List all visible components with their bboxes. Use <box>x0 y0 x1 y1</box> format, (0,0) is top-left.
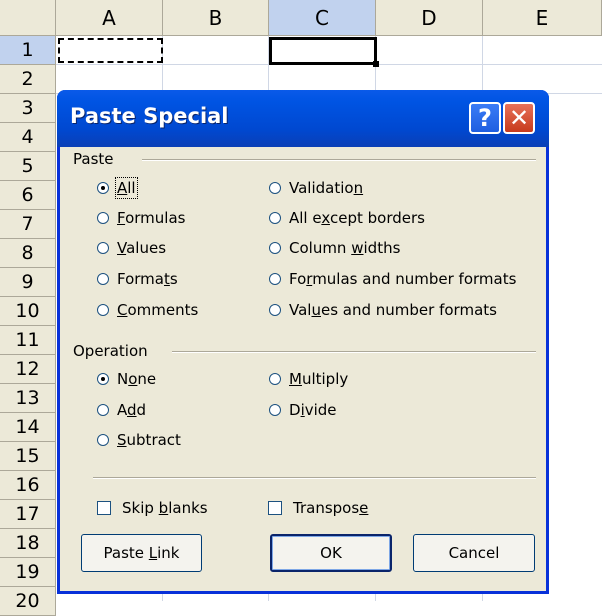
radio-button[interactable] <box>97 273 109 285</box>
row-header-14[interactable]: 14 <box>0 413 56 442</box>
radio-label: Multiply <box>289 370 349 388</box>
radio-add[interactable]: Add <box>97 401 146 419</box>
row-header-10[interactable]: 10 <box>0 297 56 326</box>
row-header-4[interactable]: 4 <box>0 123 56 152</box>
column-header-e[interactable]: E <box>483 0 602 36</box>
radio-none[interactable]: None <box>97 370 156 388</box>
radio-button[interactable] <box>97 242 109 254</box>
checkbox-label: Transpose <box>293 499 369 517</box>
row-header-12[interactable]: 12 <box>0 355 56 384</box>
help-button[interactable]: ? <box>469 102 501 134</box>
radio-label: Formats <box>117 270 178 288</box>
radio-label: Values and number formats <box>289 301 497 319</box>
operation-group-label: Operation <box>73 342 154 360</box>
row-header-18[interactable]: 18 <box>0 529 56 558</box>
column-header-c[interactable]: C <box>269 0 376 36</box>
options-divider <box>93 477 536 479</box>
radio-values[interactable]: Values <box>97 239 166 257</box>
radio-label: Subtract <box>117 431 181 449</box>
radio-divide[interactable]: Divide <box>269 401 337 419</box>
cancel-button[interactable]: Cancel <box>413 534 535 572</box>
row-header-16[interactable]: 16 <box>0 471 56 500</box>
checkbox-box[interactable] <box>97 501 111 515</box>
radio-validation[interactable]: Validation <box>269 179 363 197</box>
radio-button[interactable] <box>97 182 109 194</box>
operation-group-divider <box>172 351 536 353</box>
radio-label: All <box>115 177 138 199</box>
radio-all[interactable]: All <box>97 177 138 199</box>
radio-formats[interactable]: Formats <box>97 270 178 288</box>
fill-handle[interactable] <box>373 61 379 67</box>
radio-formulas-and-number-formats[interactable]: Formulas and number formats <box>269 270 516 288</box>
radio-button[interactable] <box>97 212 109 224</box>
radio-formulas[interactable]: Formulas <box>97 209 185 227</box>
select-all-corner[interactable] <box>0 0 56 36</box>
dialog-title-bar[interactable]: Paste Special ? ✕ <box>57 90 549 147</box>
radio-label: Formulas and number formats <box>289 270 517 288</box>
close-icon: ✕ <box>508 104 530 132</box>
radio-button[interactable] <box>97 304 109 316</box>
column-header-d[interactable]: D <box>376 0 483 36</box>
column-header-a[interactable]: A <box>56 0 163 36</box>
radio-label: All except borders <box>289 209 425 227</box>
transpose-checkbox[interactable]: Transpose <box>268 499 368 517</box>
radio-values-and-number-formats[interactable]: Values and number formats <box>269 301 497 319</box>
paste-special-dialog: Paste Special ? ✕ Paste All Formulas Val… <box>57 90 549 594</box>
radio-multiply[interactable]: Multiply <box>269 370 348 388</box>
checkbox-label: Skip blanks <box>122 499 208 517</box>
radio-comments[interactable]: Comments <box>97 301 198 319</box>
radio-button[interactable] <box>269 212 281 224</box>
row-header-3[interactable]: 3 <box>0 94 56 123</box>
radio-button[interactable] <box>269 273 281 285</box>
row-header-6[interactable]: 6 <box>0 181 56 210</box>
radio-label: None <box>117 370 157 388</box>
paste-group-divider <box>142 159 536 161</box>
ok-button[interactable]: OK <box>270 534 392 572</box>
radio-column-widths[interactable]: Column widths <box>269 239 400 257</box>
radio-button[interactable] <box>269 373 281 385</box>
radio-all-except-borders[interactable]: All except borders <box>269 209 425 227</box>
radio-button[interactable] <box>269 242 281 254</box>
radio-label: Divide <box>289 401 337 419</box>
row-header-11[interactable]: 11 <box>0 326 56 355</box>
radio-label: Comments <box>117 301 199 319</box>
dialog-title: Paste Special <box>70 104 229 128</box>
radio-button[interactable] <box>269 404 281 416</box>
radio-subtract[interactable]: Subtract <box>97 431 181 449</box>
row-header-7[interactable]: 7 <box>0 210 56 239</box>
radio-label: Validation <box>289 179 364 197</box>
row-header-5[interactable]: 5 <box>0 152 56 181</box>
radio-button[interactable] <box>97 434 109 446</box>
row-header-2[interactable]: 2 <box>0 65 56 94</box>
row-header-8[interactable]: 8 <box>0 239 56 268</box>
radio-label: Values <box>117 239 167 257</box>
skip-blanks-checkbox[interactable]: Skip blanks <box>97 499 208 517</box>
selected-cell-c1[interactable] <box>269 37 377 65</box>
row-header-15[interactable]: 15 <box>0 442 56 471</box>
radio-button[interactable] <box>269 304 281 316</box>
radio-label: Formulas <box>117 209 186 227</box>
paste-group-label: Paste <box>73 150 120 168</box>
checkbox-box[interactable] <box>268 501 282 515</box>
row-header-17[interactable]: 17 <box>0 500 56 529</box>
radio-button[interactable] <box>97 373 109 385</box>
column-header-b[interactable]: B <box>163 0 269 36</box>
radio-button[interactable] <box>269 182 281 194</box>
row-header-19[interactable]: 19 <box>0 558 56 587</box>
row-header-20[interactable]: 20 <box>0 587 56 616</box>
copied-range-marquee-a1[interactable] <box>58 38 163 63</box>
row-header-9[interactable]: 9 <box>0 268 56 297</box>
row-header-1[interactable]: 1 <box>0 36 56 65</box>
radio-button[interactable] <box>97 404 109 416</box>
paste-link-button[interactable]: Paste Link <box>81 534 202 572</box>
radio-label: Column widths <box>289 239 401 257</box>
close-button[interactable]: ✕ <box>503 102 535 134</box>
radio-label: Add <box>117 401 147 419</box>
help-icon: ? <box>478 104 492 132</box>
row-header-13[interactable]: 13 <box>0 384 56 413</box>
